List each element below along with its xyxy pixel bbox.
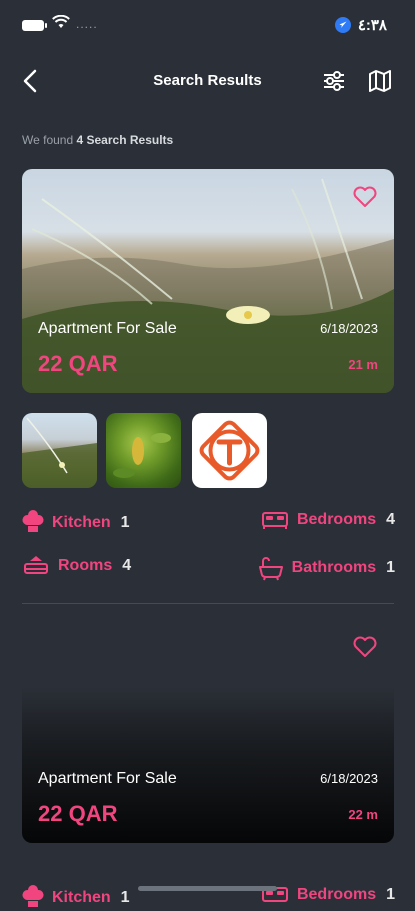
bathtub-icon — [258, 557, 283, 581]
listing-distance: 21 m — [348, 357, 378, 372]
sofa-icon — [24, 556, 48, 574]
filter-icon[interactable] — [321, 68, 347, 94]
listing-title: Apartment For Sale — [38, 320, 177, 337]
favorite-heart-icon[interactable] — [352, 635, 378, 659]
listing-thumbnail[interactable] — [22, 413, 97, 488]
feature-value: 1 — [120, 889, 130, 906]
feature-kitchen: Kitchen 1 — [22, 885, 130, 911]
listing-date: 6/18/2023 — [320, 771, 378, 786]
signal-dots: ..... — [76, 17, 98, 31]
feature-label: Bedrooms — [296, 511, 377, 528]
feature-value: 4 — [386, 511, 395, 528]
feature-label: Kitchen — [52, 889, 111, 906]
listing-price: 22 QAR — [38, 351, 118, 376]
feature-bathrooms: Bathrooms 1 — [258, 555, 395, 581]
results-prefix: We found — [22, 133, 77, 147]
results-count-text: 4 Search Results — [76, 133, 174, 147]
listing-thumbnail[interactable] — [192, 413, 267, 488]
feature-value: 1 — [386, 559, 395, 576]
feature-bedrooms: Bedrooms 1 — [261, 885, 395, 905]
chef-hat-icon — [22, 885, 44, 907]
feature-bedrooms: Bedrooms 4 — [261, 510, 395, 530]
feature-value: 1 — [386, 886, 395, 903]
map-icon[interactable] — [367, 68, 393, 94]
feature-label: Bedrooms — [296, 886, 377, 903]
results-count: We found 4 Search Results — [22, 133, 173, 147]
feature-value: 4 — [122, 557, 132, 574]
battery-icon — [22, 20, 47, 31]
feature-label: Bathrooms — [291, 559, 377, 576]
feature-rooms: Rooms 4 — [22, 555, 131, 577]
status-bar: ..... ٤:٣٨ — [0, 0, 415, 50]
listing-date: 6/18/2023 — [320, 321, 378, 336]
feature-value: 1 — [120, 514, 130, 531]
favorite-heart-icon[interactable] — [352, 185, 378, 209]
listing-distance: 22 m — [348, 807, 378, 822]
feature-label: Rooms — [58, 557, 113, 574]
listing-card[interactable]: Apartment For Sale 6/18/2023 22 QAR 22 m — [22, 619, 394, 843]
feature-label: Kitchen — [52, 514, 111, 531]
listing-title: Apartment For Sale — [38, 770, 177, 787]
divider — [22, 603, 394, 604]
top-bar: Search Results — [0, 60, 415, 104]
location-icon — [335, 17, 351, 33]
feature-kitchen: Kitchen 1 — [22, 510, 130, 536]
bed-icon — [261, 512, 288, 529]
chef-hat-icon — [22, 510, 44, 532]
listing-price: 22 QAR — [38, 801, 118, 826]
page-title: Search Results — [153, 72, 262, 89]
status-time: ٤:٣٨ — [357, 17, 387, 34]
wifi-icon — [52, 15, 70, 28]
home-indicator — [138, 886, 277, 891]
listing-card[interactable]: Apartment For Sale 6/18/2023 22 QAR 21 m — [22, 169, 394, 393]
listing-thumbnail[interactable] — [106, 413, 181, 488]
